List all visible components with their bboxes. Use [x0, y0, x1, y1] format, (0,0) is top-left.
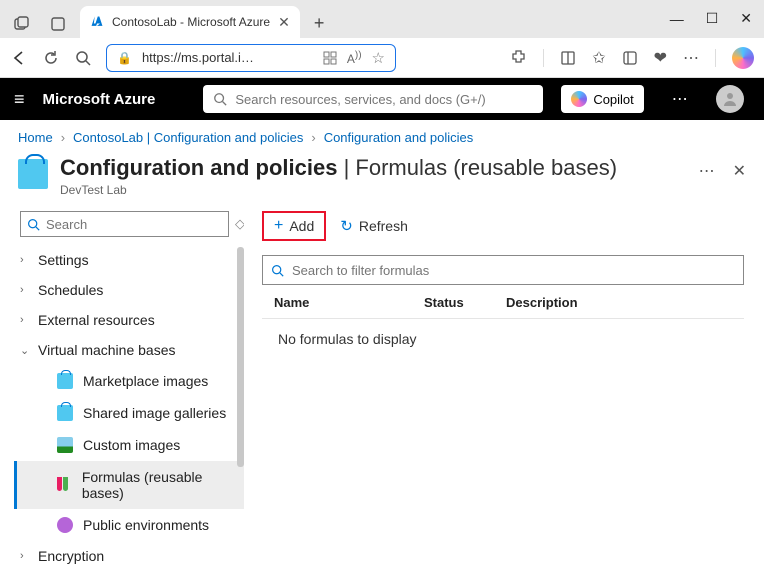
history-icon[interactable] — [622, 50, 638, 66]
breadcrumb-home[interactable]: Home — [18, 130, 53, 145]
blade-close-button[interactable]: ✕ — [733, 161, 746, 181]
breadcrumb: Home › ContosoLab | Configuration and po… — [0, 120, 764, 151]
search-icon — [213, 92, 227, 106]
header-more-button[interactable]: ⋯ — [672, 89, 688, 109]
page-title: Configuration and policies | Formulas (r… — [60, 155, 617, 181]
apps-icon[interactable] — [323, 51, 337, 65]
breadcrumb-lab[interactable]: ContosoLab | Configuration and policies — [73, 130, 303, 145]
sidebar-item-public-environments[interactable]: Public environments — [14, 509, 244, 541]
column-header-status[interactable]: Status — [424, 295, 506, 310]
chevron-right-icon: › — [20, 254, 30, 266]
sidebar-scrollbar[interactable] — [237, 247, 244, 467]
chevron-right-icon: › — [61, 130, 65, 145]
tab-actions-icon[interactable] — [44, 10, 72, 38]
copilot-button[interactable]: Copilot — [561, 85, 643, 113]
sidebar-item-marketplace-images[interactable]: Marketplace images — [14, 365, 244, 397]
sidebar-item-custom-images[interactable]: Custom images — [14, 429, 244, 461]
azure-search-input[interactable] — [235, 92, 533, 107]
filter-text-input[interactable] — [292, 263, 735, 278]
blade-more-button[interactable]: ⋯ — [699, 161, 715, 181]
favorite-icon[interactable]: ☆ — [372, 49, 385, 67]
breadcrumb-config[interactable]: Configuration and policies — [324, 130, 474, 145]
collections-icon[interactable] — [560, 50, 576, 66]
window-minimize-icon[interactable]: — — [670, 11, 684, 27]
extensions-icon[interactable] — [510, 49, 527, 66]
chevron-down-icon: ⌄ — [20, 344, 30, 357]
main-content: + Add ↻ Refresh Name Status Description … — [244, 207, 764, 587]
hamburger-menu-button[interactable]: ≡ — [14, 89, 25, 110]
performance-icon[interactable]: ❤ — [654, 48, 667, 68]
browser-address-bar: 🔒 https://ms.portal.i… A)) ☆ ✩ ❤ ⋯ — [0, 38, 764, 78]
azure-favicon-icon — [90, 15, 104, 29]
azure-brand[interactable]: Microsoft Azure — [43, 91, 156, 108]
person-icon — [722, 91, 738, 107]
filter-input[interactable] — [262, 255, 744, 285]
gallery-icon — [57, 405, 73, 421]
column-header-description[interactable]: Description — [506, 295, 732, 310]
marketplace-icon — [57, 373, 73, 389]
column-header-name[interactable]: Name — [274, 295, 424, 310]
image-icon — [57, 437, 73, 453]
lock-icon: 🔒 — [117, 51, 132, 65]
tab-title: ContosoLab - Microsoft Azure — [112, 15, 270, 29]
chevron-right-icon: › — [20, 550, 30, 562]
sidebar-item-encryption[interactable]: › Encryption — [6, 541, 244, 571]
refresh-button[interactable] — [42, 49, 60, 67]
window-close-icon[interactable]: ✕ — [740, 10, 752, 27]
url-text: https://ms.portal.i… — [142, 50, 254, 65]
sort-icon[interactable]: ◇ — [235, 216, 244, 232]
new-tab-button[interactable]: + — [308, 13, 331, 38]
table-header: Name Status Description — [262, 285, 744, 319]
sidebar-item-vm-bases[interactable]: ⌄ Virtual machine bases — [6, 335, 244, 365]
read-aloud-icon[interactable]: A)) — [347, 50, 362, 66]
back-button[interactable] — [10, 49, 28, 67]
refresh-button[interactable]: ↻ Refresh — [340, 217, 408, 235]
sidebar-item-settings[interactable]: › Settings — [6, 245, 244, 275]
page-subtitle: DevTest Lab — [60, 183, 617, 197]
url-input[interactable]: 🔒 https://ms.portal.i… A)) ☆ — [106, 44, 396, 72]
command-bar: + Add ↻ Refresh — [262, 211, 744, 255]
globe-icon — [57, 517, 73, 533]
chevron-right-icon: › — [311, 130, 315, 145]
more-icon[interactable]: ⋯ — [683, 48, 699, 68]
search-icon — [27, 218, 40, 231]
workspaces-icon[interactable] — [8, 10, 36, 38]
blade-title-row: Configuration and policies | Formulas (r… — [0, 151, 764, 207]
search-icon — [271, 264, 284, 277]
search-icon[interactable] — [74, 49, 92, 67]
sidebar: ◇ « › Settings › Schedules › External re… — [0, 207, 244, 587]
refresh-icon: ↻ — [340, 217, 353, 235]
azure-search-box[interactable] — [203, 85, 543, 113]
devtest-lab-icon — [18, 159, 48, 189]
chevron-right-icon: › — [20, 314, 30, 326]
plus-icon: + — [274, 217, 283, 235]
chevron-right-icon: › — [20, 284, 30, 296]
close-tab-icon[interactable]: ✕ — [278, 14, 290, 31]
sidebar-item-formulas[interactable]: Formulas (reusable bases) — [14, 461, 244, 509]
azure-header: ≡ Microsoft Azure Copilot ⋯ — [0, 78, 764, 120]
window-maximize-icon[interactable]: ☐ — [706, 10, 719, 27]
sidebar-item-schedules[interactable]: › Schedules — [6, 275, 244, 305]
empty-state-text: No formulas to display — [262, 319, 744, 359]
sidebar-search-input[interactable] — [46, 217, 222, 232]
browser-tab[interactable]: ContosoLab - Microsoft Azure ✕ — [80, 6, 300, 38]
sidebar-search[interactable] — [20, 211, 229, 237]
sidebar-item-shared-galleries[interactable]: Shared image galleries — [14, 397, 244, 429]
formula-icon — [57, 477, 72, 493]
add-button[interactable]: + Add — [262, 211, 326, 241]
copilot-icon — [571, 91, 587, 107]
copilot-orb-icon[interactable] — [732, 47, 754, 69]
user-avatar[interactable] — [716, 85, 744, 113]
browser-tab-strip: ContosoLab - Microsoft Azure ✕ + — ☐ ✕ — [0, 0, 764, 38]
sidebar-item-external-resources[interactable]: › External resources — [6, 305, 244, 335]
copilot-label: Copilot — [593, 92, 633, 107]
favorites-bar-icon[interactable]: ✩ — [592, 48, 605, 68]
